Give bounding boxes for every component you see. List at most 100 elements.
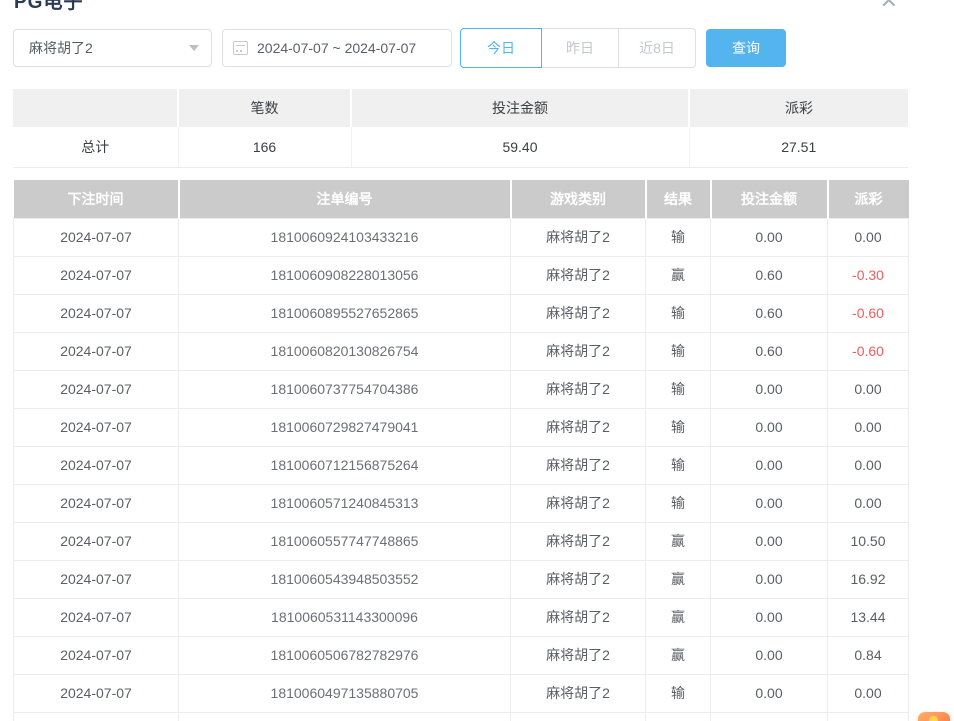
cell-result: 输 (646, 446, 711, 484)
bet-table-header-cell: 投注金额 (711, 180, 828, 218)
cell-game: 麻将胡了2 (511, 484, 646, 522)
cell-result: 赢 (646, 256, 711, 294)
chevron-down-icon (189, 45, 199, 51)
cell-result: 输 (646, 218, 711, 256)
page-title: PG电子 (14, 0, 83, 14)
query-button[interactable]: 查询 (706, 29, 786, 67)
cell-date: 2024-07-07 (14, 294, 179, 332)
game-select[interactable]: 麻将胡了2 (13, 29, 212, 67)
summary-header-cell: 派彩 (689, 89, 908, 127)
date-range-input[interactable]: 2024-07-07 ~ 2024-07-07 (222, 29, 452, 67)
cell-payout: 16.92 (828, 560, 909, 598)
cell-empty (711, 712, 828, 721)
cell-date: 2024-07-07 (14, 370, 179, 408)
summary-header-row: 笔数投注金额派彩 (13, 89, 908, 127)
cell-game: 麻将胡了2 (511, 256, 646, 294)
service-icon (929, 716, 938, 721)
date-range-value: 2024-07-07 ~ 2024-07-07 (257, 40, 416, 56)
cell-payout: -0.30 (828, 256, 909, 294)
quick-button[interactable]: 今日 (460, 28, 542, 68)
cell-bet-id: 1810060737754704386 (179, 370, 511, 408)
quick-button[interactable]: 近8日 (618, 28, 696, 68)
table-row: 2024-07-071810060506782782976麻将胡了2赢0.000… (14, 636, 909, 674)
game-select-value: 麻将胡了2 (29, 38, 189, 58)
bet-table-header-cell: 游戏类别 (511, 180, 646, 218)
cell-date: 2024-07-07 (14, 332, 179, 370)
cell-amount: 0.00 (711, 446, 828, 484)
summary-total-label: 总计 (13, 127, 178, 167)
cell-amount: 0.60 (711, 256, 828, 294)
bet-table-header-cell: 派彩 (828, 180, 909, 218)
cell-date: 2024-07-07 (14, 218, 179, 256)
cell-amount: 0.00 (711, 218, 828, 256)
cell-date: 2024-07-07 (14, 522, 179, 560)
table-row: 2024-07-071810060895527652865麻将胡了2输0.60-… (14, 294, 909, 332)
summary-total-payout: 27.51 (689, 127, 908, 167)
cell-bet-id: 1810060543948503552 (179, 560, 511, 598)
floating-service-button[interactable] (918, 712, 950, 721)
cell-empty (14, 712, 179, 721)
cell-amount: 0.60 (711, 332, 828, 370)
cell-amount: 0.00 (711, 636, 828, 674)
cell-bet-id: 1810060924103433216 (179, 218, 511, 256)
calendar-icon (233, 41, 248, 55)
cell-bet-id: 1810060497135880705 (179, 674, 511, 712)
bet-table-header-cell: 下注时间 (14, 180, 179, 218)
cell-date: 2024-07-07 (14, 446, 179, 484)
summary-header-cell: 笔数 (178, 89, 351, 127)
cell-bet-id: 1810060820130826754 (179, 332, 511, 370)
table-row: 2024-07-071810060924103433216麻将胡了2输0.000… (14, 218, 909, 256)
quick-button-group: 今日昨日近8日 (460, 28, 696, 68)
cell-game: 麻将胡了2 (511, 370, 646, 408)
cell-game: 麻将胡了2 (511, 598, 646, 636)
table-row: 2024-07-071810060531143300096麻将胡了2赢0.001… (14, 598, 909, 636)
cell-game: 麻将胡了2 (511, 218, 646, 256)
table-row: 2024-07-071810060571240845313麻将胡了2输0.000… (14, 484, 909, 522)
close-icon[interactable]: ✕ (880, 0, 898, 14)
cell-date: 2024-07-07 (14, 674, 179, 712)
table-row: 2024-07-071810060543948503552麻将胡了2赢0.001… (14, 560, 909, 598)
table-row: 2024-07-071810060908228013056麻将胡了2赢0.60-… (14, 256, 909, 294)
cell-bet-id: 1810060908228013056 (179, 256, 511, 294)
cell-empty (511, 712, 646, 721)
cell-payout: 10.50 (828, 522, 909, 560)
cell-amount: 0.60 (711, 294, 828, 332)
cell-bet-id: 1810060895527652865 (179, 294, 511, 332)
cell-result: 输 (646, 294, 711, 332)
summary-header-cell (13, 89, 178, 127)
cell-empty (828, 712, 909, 721)
cell-result: 输 (646, 408, 711, 446)
bet-table-header-cell: 注单编号 (179, 180, 511, 218)
cell-result: 赢 (646, 636, 711, 674)
summary-table: 笔数投注金额派彩 总计 166 59.40 27.51 (13, 89, 908, 168)
cell-bet-id: 1810060729827479041 (179, 408, 511, 446)
cell-payout: 0.00 (828, 446, 909, 484)
cell-result: 输 (646, 332, 711, 370)
cell-result: 输 (646, 370, 711, 408)
cell-bet-id: 1810060531143300096 (179, 598, 511, 636)
cell-amount: 0.00 (711, 522, 828, 560)
cell-date: 2024-07-07 (14, 408, 179, 446)
cell-bet-id: 1810060571240845313 (179, 484, 511, 522)
cell-game: 麻将胡了2 (511, 674, 646, 712)
cell-date: 2024-07-07 (14, 560, 179, 598)
cell-payout: 0.00 (828, 408, 909, 446)
cell-result: 赢 (646, 522, 711, 560)
cell-empty (179, 712, 511, 721)
table-row: 2024-07-071810060497135880705麻将胡了2输0.000… (14, 674, 909, 712)
cell-payout: 0.00 (828, 674, 909, 712)
cell-amount: 0.00 (711, 560, 828, 598)
table-row: 2024-07-071810060557747748865麻将胡了2赢0.001… (14, 522, 909, 560)
cell-payout: 13.44 (828, 598, 909, 636)
cell-date: 2024-07-07 (14, 598, 179, 636)
cell-bet-id: 1810060557747748865 (179, 522, 511, 560)
summary-total-count: 166 (178, 127, 351, 167)
cell-game: 麻将胡了2 (511, 636, 646, 674)
bet-table-body: 2024-07-071810060924103433216麻将胡了2输0.000… (14, 218, 909, 721)
quick-button[interactable]: 昨日 (541, 28, 619, 68)
cell-date: 2024-07-07 (14, 256, 179, 294)
cell-date: 2024-07-07 (14, 484, 179, 522)
cell-amount: 0.00 (711, 484, 828, 522)
cell-game: 麻将胡了2 (511, 294, 646, 332)
table-row: 2024-07-071810060820130826754麻将胡了2输0.60-… (14, 332, 909, 370)
